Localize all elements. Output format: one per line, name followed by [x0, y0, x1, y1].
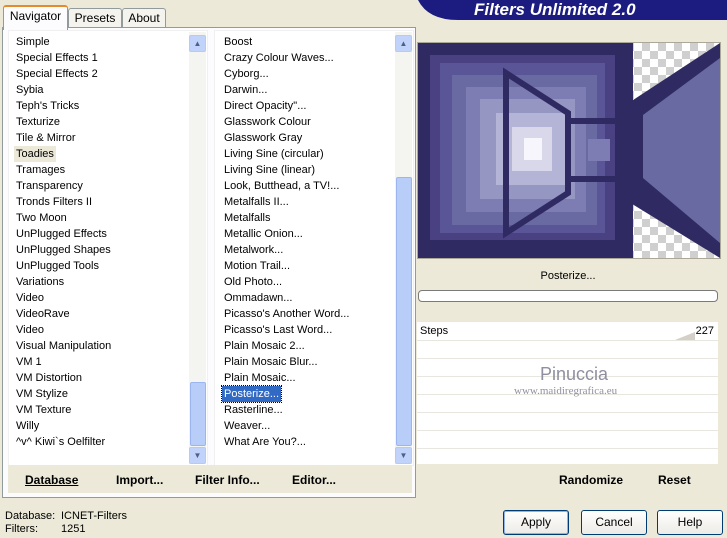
category-item[interactable]: Two Moon: [14, 210, 69, 226]
category-item[interactable]: Texturize: [14, 114, 62, 130]
category-item[interactable]: UnPlugged Shapes: [14, 242, 113, 258]
filter-item[interactable]: Crazy Colour Waves...: [222, 50, 336, 66]
database-value: ICNET-Filters: [61, 510, 127, 522]
filter-item[interactable]: Cyborg...: [222, 66, 271, 82]
category-item[interactable]: VM 1: [14, 354, 44, 370]
grid-line: [417, 412, 718, 413]
filter-item[interactable]: Picasso's Last Word...: [222, 322, 334, 338]
cancel-button[interactable]: Cancel: [581, 510, 647, 535]
filter-item[interactable]: Rasterline...: [222, 402, 285, 418]
filter-item[interactable]: Living Sine (linear): [222, 162, 317, 178]
category-item[interactable]: UnPlugged Effects: [14, 226, 109, 242]
randomize-button[interactable]: Randomize: [559, 473, 623, 487]
database-button[interactable]: Database: [25, 473, 78, 487]
preview-image: [418, 43, 720, 258]
filter-item[interactable]: Glasswork Colour: [222, 114, 313, 130]
steps-slider[interactable]: Steps 227: [417, 323, 718, 340]
title-banner: Filters Unlimited 2.0: [418, 0, 727, 20]
scroll-down-icon[interactable]: ▼: [395, 447, 412, 464]
filter-item[interactable]: Weaver...: [222, 418, 272, 434]
category-item[interactable]: Simple: [14, 34, 52, 50]
filter-item[interactable]: Picasso's Another Word...: [222, 306, 351, 322]
filter-item[interactable]: Glasswork Gray: [222, 130, 304, 146]
filter-item[interactable]: Living Sine (circular): [222, 146, 326, 162]
scroll-up-icon[interactable]: ▲: [395, 35, 412, 52]
filter-item[interactable]: Metalfalls II...: [222, 194, 291, 210]
grid-line: [417, 340, 718, 341]
grid-line: [417, 358, 718, 359]
filter-item[interactable]: Motion Trail...: [222, 258, 292, 274]
filter-item[interactable]: Look, Butthead, a TV!...: [222, 178, 341, 194]
category-item[interactable]: UnPlugged Tools: [14, 258, 101, 274]
slider-marker-icon[interactable]: [675, 332, 695, 340]
category-item[interactable]: Video: [14, 290, 46, 306]
filter-item[interactable]: Metallic Onion...: [222, 226, 305, 242]
filter-item[interactable]: Metalfalls: [222, 210, 272, 226]
filter-item[interactable]: Posterize...: [220, 385, 283, 403]
filter-scroll-thumb[interactable]: [396, 177, 412, 446]
preview-caption: Posterize...: [540, 270, 596, 282]
editor-button[interactable]: Editor...: [292, 473, 336, 487]
category-item[interactable]: Willy: [14, 418, 41, 434]
import-button[interactable]: Import...: [116, 473, 163, 487]
filter-item[interactable]: Boost: [222, 34, 254, 50]
scroll-up-icon[interactable]: ▲: [189, 35, 206, 52]
tab-navigator[interactable]: Navigator: [3, 5, 68, 30]
category-item[interactable]: Teph's Tricks: [14, 98, 81, 114]
category-item[interactable]: Special Effects 2: [14, 66, 100, 82]
category-item[interactable]: Special Effects 1: [14, 50, 100, 66]
filter-item[interactable]: Plain Mosaic Blur...: [222, 354, 320, 370]
right-actions: Randomize Reset: [417, 465, 719, 493]
category-item[interactable]: VideoRave: [14, 306, 72, 322]
category-item[interactable]: Visual Manipulation: [14, 338, 113, 354]
preview-frame: [417, 42, 721, 259]
category-item[interactable]: Video: [14, 322, 46, 338]
steps-label: Steps: [420, 325, 449, 337]
filters-label: Filters:: [5, 523, 38, 535]
watermark-url: www.maidiregrafica.eu: [514, 385, 618, 397]
filter-item[interactable]: Direct Opacity''...: [222, 98, 308, 114]
filter-item[interactable]: Old Photo...: [222, 274, 284, 290]
category-item[interactable]: Tile & Mirror: [14, 130, 77, 146]
filter-scrollbar[interactable]: ▲ ▼: [395, 32, 412, 464]
watermark-name: Pinuccia: [540, 364, 609, 384]
filter-item[interactable]: What Are You?...: [222, 434, 308, 450]
scroll-down-icon[interactable]: ▼: [189, 447, 206, 464]
tab-about[interactable]: About: [122, 8, 166, 28]
steps-value: 227: [695, 325, 714, 337]
reset-button[interactable]: Reset: [658, 473, 691, 487]
filters-count: 1251: [61, 523, 86, 535]
category-item[interactable]: Toadies: [14, 146, 56, 162]
category-scroll-thumb[interactable]: [190, 382, 206, 446]
grid-line: [417, 448, 718, 449]
filter-item[interactable]: Ommadawn...: [222, 290, 294, 306]
category-item[interactable]: Tramages: [14, 162, 67, 178]
filter-item[interactable]: Plain Mosaic 2...: [222, 338, 307, 354]
category-item[interactable]: Sybia: [14, 82, 46, 98]
filter-info-button[interactable]: Filter Info...: [195, 473, 260, 487]
help-button[interactable]: Help: [657, 510, 723, 535]
filter-item[interactable]: Plain Mosaic...: [222, 370, 298, 386]
tab-presets[interactable]: Presets: [68, 8, 122, 28]
progress-bar: [418, 290, 718, 302]
banner-title: Filters Unlimited 2.0: [474, 0, 636, 19]
category-item[interactable]: Transparency: [14, 178, 85, 194]
category-item[interactable]: VM Stylize: [14, 386, 70, 402]
database-label: Database:: [5, 510, 56, 522]
apply-button[interactable]: Apply: [503, 510, 569, 535]
category-item[interactable]: VM Texture: [14, 402, 73, 418]
navigator-actions: Database Import... Filter Info... Editor…: [8, 465, 412, 493]
category-item[interactable]: VM Distortion: [14, 370, 84, 386]
filter-item[interactable]: Darwin...: [222, 82, 269, 98]
category-scrollbar[interactable]: ▲ ▼: [189, 32, 206, 464]
category-item[interactable]: Variations: [14, 274, 66, 290]
grid-line: [417, 430, 718, 431]
category-item[interactable]: ^v^ Kiwi`s Oelfilter: [14, 434, 107, 450]
filter-item[interactable]: Metalwork...: [222, 242, 285, 258]
category-item[interactable]: Tronds Filters II: [14, 194, 94, 210]
